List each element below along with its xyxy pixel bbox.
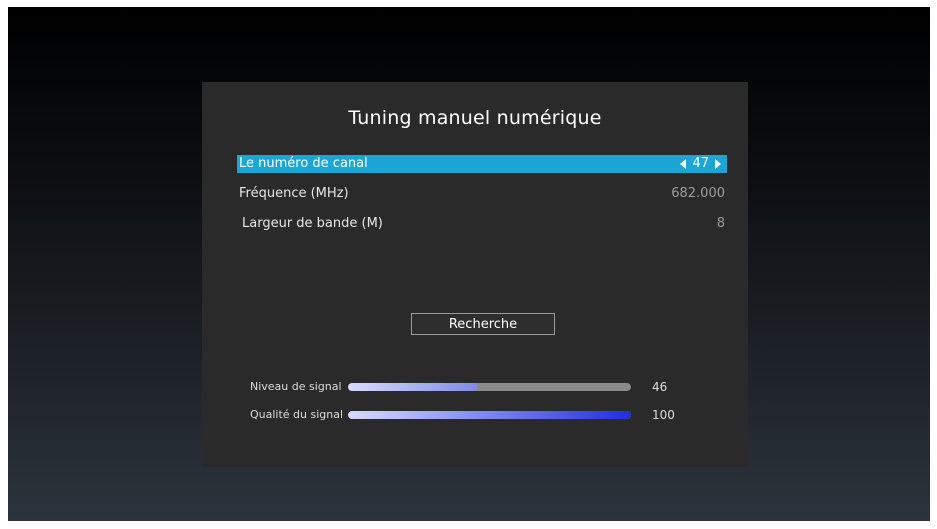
channel-number-value: 47 xyxy=(692,156,709,171)
bandwidth-row[interactable]: Largeur de bande (M) 8 xyxy=(237,215,727,233)
channel-number-stepper[interactable]: 47 xyxy=(680,155,721,173)
search-button[interactable]: Recherche xyxy=(411,313,555,335)
frequency-label: Fréquence (MHz) xyxy=(239,186,349,201)
triangle-left-icon[interactable] xyxy=(680,159,687,169)
signal-quality-fill xyxy=(348,411,631,419)
signal-quality-label: Qualité du signal xyxy=(250,408,344,421)
signal-level-label: Niveau de signal xyxy=(250,380,342,393)
manual-tuning-panel: Tuning manuel numérique Le numéro de can… xyxy=(202,82,748,467)
signal-level-track xyxy=(348,383,631,391)
frequency-row[interactable]: Fréquence (MHz) 682.000 xyxy=(237,185,727,203)
frequency-value: 682.000 xyxy=(671,186,725,201)
signal-quality-track xyxy=(348,411,631,419)
channel-number-label: Le numéro de canal xyxy=(239,156,368,171)
tv-screen: Tuning manuel numérique Le numéro de can… xyxy=(8,7,930,521)
signal-level-fill xyxy=(348,383,479,391)
triangle-right-icon[interactable] xyxy=(715,159,721,169)
signal-quality-value: 100 xyxy=(652,408,675,422)
signal-level-meter: Niveau de signal 46 xyxy=(250,380,710,394)
channel-number-row[interactable]: Le numéro de canal 47 xyxy=(237,155,727,173)
signal-quality-meter: Qualité du signal 100 xyxy=(250,408,710,422)
bandwidth-value: 8 xyxy=(716,216,725,231)
page-title: Tuning manuel numérique xyxy=(348,107,602,129)
signal-level-value: 46 xyxy=(652,380,668,394)
bandwidth-label: Largeur de bande (M) xyxy=(242,216,383,231)
